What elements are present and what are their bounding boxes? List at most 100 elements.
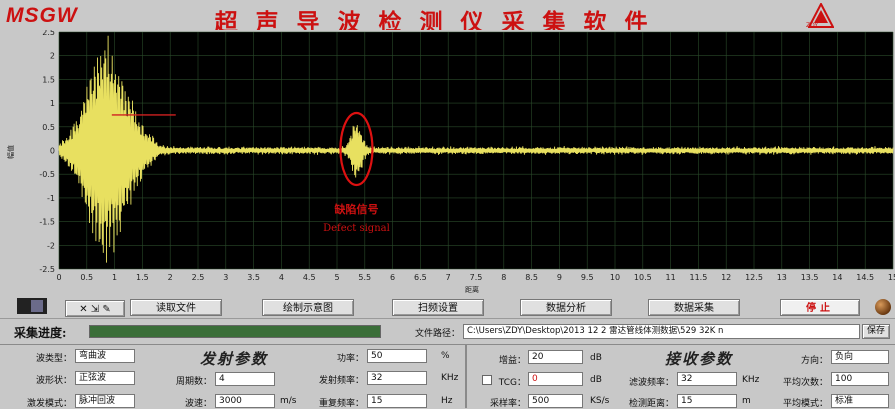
wave-speed-field[interactable]: 3000 — [215, 394, 275, 408]
receive-section-title: 接收参数 — [665, 350, 734, 368]
x-tick-label: 6 — [390, 273, 395, 282]
x-tick-label: 8 — [501, 273, 506, 282]
cycles-label: 周期数： — [175, 377, 212, 387]
y-tick-label: -2 — [47, 241, 55, 250]
transmit-section-title: 发射参数 — [200, 350, 269, 368]
x-tick-label: 9 — [557, 273, 562, 282]
data-acquisition-button[interactable]: 数据采集 — [648, 299, 740, 316]
wave-speed-label: 波速： — [184, 399, 212, 409]
sample-rate-unit: KS/s — [590, 396, 610, 406]
tcg-unit: dB — [590, 375, 602, 385]
direction-field[interactable]: 负向 — [831, 350, 889, 364]
view-toggle[interactable] — [17, 298, 47, 314]
x-tick-label: 2 — [168, 273, 173, 282]
detect-distance-unit: m — [742, 396, 751, 406]
y-tick-label: -1.5 — [39, 218, 55, 227]
panel-center-divider — [465, 345, 467, 408]
repeat-frequency-unit: Hz — [441, 396, 453, 406]
data-analysis-button[interactable]: 数据分析 — [520, 299, 612, 316]
direction-label: 方向： — [800, 356, 828, 366]
x-tick-label: 5.5 — [358, 273, 371, 282]
defect-annotation-zh: 缺陷信号 — [333, 202, 378, 216]
sweep-settings-button[interactable]: 扫频设置 — [392, 299, 484, 316]
y-tick-label: -2.5 — [39, 265, 55, 274]
repeat-frequency-field[interactable]: 15 — [367, 394, 427, 408]
x-tick-label: 0 — [56, 273, 61, 282]
filter-frequency-label: 滤波频率： — [628, 378, 674, 388]
detect-distance-label: 检测距离： — [628, 399, 674, 409]
y-tick-label: 0 — [50, 147, 55, 156]
app-name: MSGW — [6, 4, 78, 27]
y-tick-label: -1 — [47, 194, 55, 203]
filter-frequency-unit: KHz — [742, 375, 760, 385]
read-file-button[interactable]: 读取文件 — [130, 299, 222, 316]
average-mode-field[interactable]: 标准 — [831, 394, 889, 408]
x-tick-label: 2.5 — [192, 273, 205, 282]
y-tick-label: 1.5 — [42, 75, 55, 84]
wave-shape-field[interactable]: 正弦波 — [75, 371, 135, 385]
cycles-field[interactable]: 4 — [215, 372, 275, 386]
average-count-field[interactable]: 100 — [831, 372, 889, 386]
panel-top-divider — [0, 344, 895, 345]
x-tick-label: 11.5 — [689, 273, 707, 282]
wave-speed-unit: m/s — [280, 396, 297, 406]
sample-rate-label: 采样率： — [489, 399, 526, 409]
power-unit: % — [441, 351, 450, 361]
x-tick-label: 4 — [279, 273, 284, 282]
x-tick-label: 3.5 — [247, 273, 260, 282]
x-tick-label: 14.5 — [856, 273, 874, 282]
x-tick-label: 13.5 — [801, 273, 819, 282]
x-axis-label: 距离 — [465, 285, 479, 294]
cursor-icon: ✕ ⇲ ✎ — [79, 304, 111, 315]
tx-frequency-unit: KHz — [441, 373, 459, 383]
y-axis-label: 幅值 — [6, 145, 15, 159]
x-tick-label: 4.5 — [303, 273, 316, 282]
toolbar-divider — [0, 318, 895, 319]
sample-rate-field[interactable]: 500 — [528, 394, 583, 408]
x-tick-label: 12.5 — [745, 273, 763, 282]
x-tick-label: 14 — [832, 273, 842, 282]
x-tick-label: 8.5 — [525, 273, 538, 282]
average-count-label: 平均次数： — [782, 378, 828, 388]
toggle-knob — [31, 300, 43, 312]
tcg-checkbox[interactable] — [482, 375, 492, 385]
x-tick-label: 12 — [721, 273, 731, 282]
power-field[interactable]: 50 — [367, 349, 427, 363]
tx-frequency-field[interactable]: 32 — [367, 371, 427, 385]
x-tick-label: 11 — [666, 273, 676, 282]
excitation-mode-field[interactable]: 脉冲回波 — [75, 394, 135, 408]
gain-field[interactable]: 20 — [528, 350, 583, 364]
x-tick-label: 13 — [777, 273, 787, 282]
power-label: 功率： — [336, 354, 364, 364]
x-tick-label: 15 — [888, 273, 895, 282]
y-tick-label: -0.5 — [39, 170, 55, 179]
tcg-field[interactable]: 0 — [528, 372, 583, 386]
file-path-label: 文件路径： — [414, 329, 460, 339]
detect-distance-field[interactable]: 15 — [677, 394, 737, 408]
cursor-tool-button[interactable]: ✕ ⇲ ✎ — [65, 300, 125, 317]
filter-frequency-field[interactable]: 32 — [677, 372, 737, 386]
progress-bar — [89, 325, 381, 338]
progress-label: 采集进度: — [14, 326, 67, 340]
y-tick-label: 2.5 — [42, 30, 55, 37]
draw-schematic-button[interactable]: 绘制示意图 — [262, 299, 354, 316]
defect-annotation-en: Defect signal — [323, 223, 390, 234]
status-lamp — [875, 299, 891, 315]
x-tick-label: 9.5 — [581, 273, 594, 282]
y-tick-label: 0.5 — [42, 123, 55, 132]
x-tick-label: 1 — [112, 273, 117, 282]
progress-fill — [90, 326, 380, 337]
wave-shape-label: 波形状： — [35, 376, 72, 386]
stop-button[interactable]: 停止 — [780, 299, 860, 316]
x-tick-label: 7 — [446, 273, 451, 282]
excitation-mode-label: 激发模式： — [26, 399, 72, 409]
x-tick-label: 10 — [610, 273, 620, 282]
x-tick-label: 5 — [334, 273, 339, 282]
save-button[interactable]: 保存 — [862, 324, 890, 339]
tcg-label: TCG： — [498, 378, 526, 388]
file-path-input[interactable]: C:\Users\ZDY\Desktop\2013 12 2 雷达管线体测数据\… — [463, 324, 860, 339]
wave-type-field[interactable]: 弯曲波 — [75, 349, 135, 363]
x-tick-label: 3 — [223, 273, 228, 282]
gain-unit: dB — [590, 353, 602, 363]
y-tick-label: 2 — [50, 52, 55, 61]
